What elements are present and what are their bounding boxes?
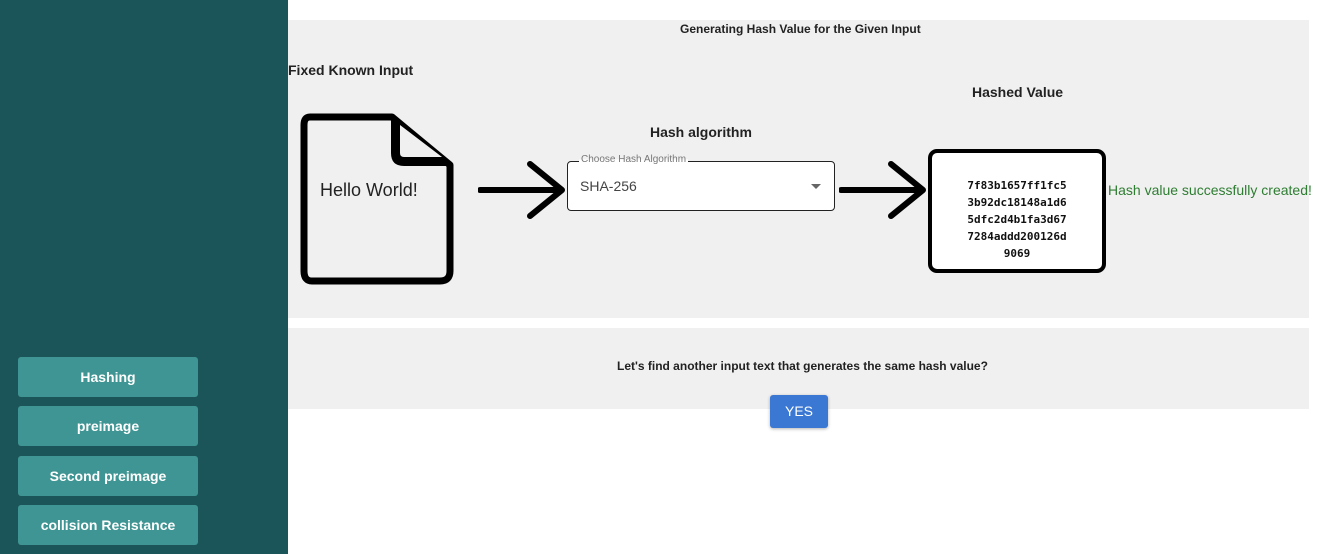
- nav-preimage-button[interactable]: preimage: [18, 406, 198, 446]
- collision-question: Let's find another input text that gener…: [617, 359, 988, 373]
- nav-second-preimage-button[interactable]: Second preimage: [18, 456, 198, 496]
- nav-hashing-button[interactable]: Hashing: [18, 357, 198, 397]
- selected-algorithm: SHA-256: [580, 178, 637, 194]
- yes-button[interactable]: YES: [770, 395, 828, 428]
- hash-line: 7284addd200126d: [967, 230, 1067, 243]
- arrow-right-icon: [839, 161, 926, 219]
- hash-line: 3b92dc18148a1d6: [967, 196, 1067, 209]
- success-message: Hash value successfully created!: [1108, 182, 1312, 198]
- nav-collision-resistance-button[interactable]: collision Resistance: [18, 505, 198, 545]
- input-heading: Fixed Known Input: [288, 62, 414, 78]
- hashed-value-heading: Hashed Value: [972, 84, 1064, 100]
- caret-down-icon: [811, 184, 821, 189]
- input-text: Hello World!: [320, 180, 418, 200]
- hash-value: 7f83b1657ff1fc5 3b92dc18148a1d6 5dfc2d4b…: [932, 177, 1102, 262]
- hash-algorithm-heading: Hash algorithm: [650, 124, 752, 140]
- hash-algorithm-select[interactable]: SHA-256: [567, 161, 835, 211]
- select-label: Choose Hash Algorithm: [579, 154, 689, 165]
- hash-line: 7f83b1657ff1fc5: [967, 179, 1067, 192]
- arrow-right-icon: [478, 161, 565, 219]
- sidebar: Hashing preimage Second preimage collisi…: [0, 0, 288, 554]
- page-title: Generating Hash Value for the Given Inpu…: [680, 22, 921, 36]
- hash-line: 9069: [1003, 247, 1031, 260]
- hash-generation-panel: Generating Hash Value for the Given Inpu…: [288, 20, 1312, 318]
- file-icon: [300, 113, 456, 290]
- hash-line: 5dfc2d4b1fa3d67: [967, 213, 1067, 226]
- hash-output-box: 7f83b1657ff1fc5 3b92dc18148a1d6 5dfc2d4b…: [928, 149, 1106, 273]
